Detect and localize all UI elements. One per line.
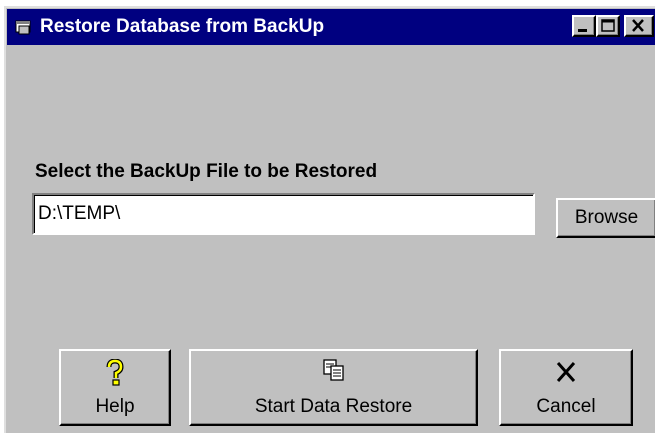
- window-title: Restore Database from BackUp: [40, 16, 325, 37]
- cancel-button[interactable]: Cancel: [499, 349, 633, 426]
- start-data-restore-button[interactable]: Start Data Restore: [189, 349, 478, 426]
- browse-button[interactable]: Browse: [556, 198, 655, 238]
- title-bar[interactable]: Restore Database from BackUp: [7, 9, 655, 45]
- minimize-button[interactable]: [572, 15, 596, 37]
- x-cancel-icon: [501, 359, 631, 389]
- start-data-restore-label: Start Data Restore: [254, 396, 413, 417]
- cancel-button-label: Cancel: [536, 396, 596, 417]
- close-button[interactable]: [624, 15, 654, 37]
- database-app-icon: [15, 18, 33, 36]
- help-button[interactable]: Help: [59, 349, 171, 426]
- maximize-button[interactable]: [596, 15, 620, 37]
- backup-file-path-input[interactable]: [32, 193, 535, 235]
- restore-dialog-window: Restore Database from BackUp Select the …: [4, 6, 655, 433]
- question-mark-icon: [61, 358, 169, 389]
- help-button-label: Help: [95, 396, 135, 417]
- select-backup-file-label: Select the BackUp File to be Restored: [35, 161, 378, 182]
- copy-documents-icon: [191, 359, 476, 389]
